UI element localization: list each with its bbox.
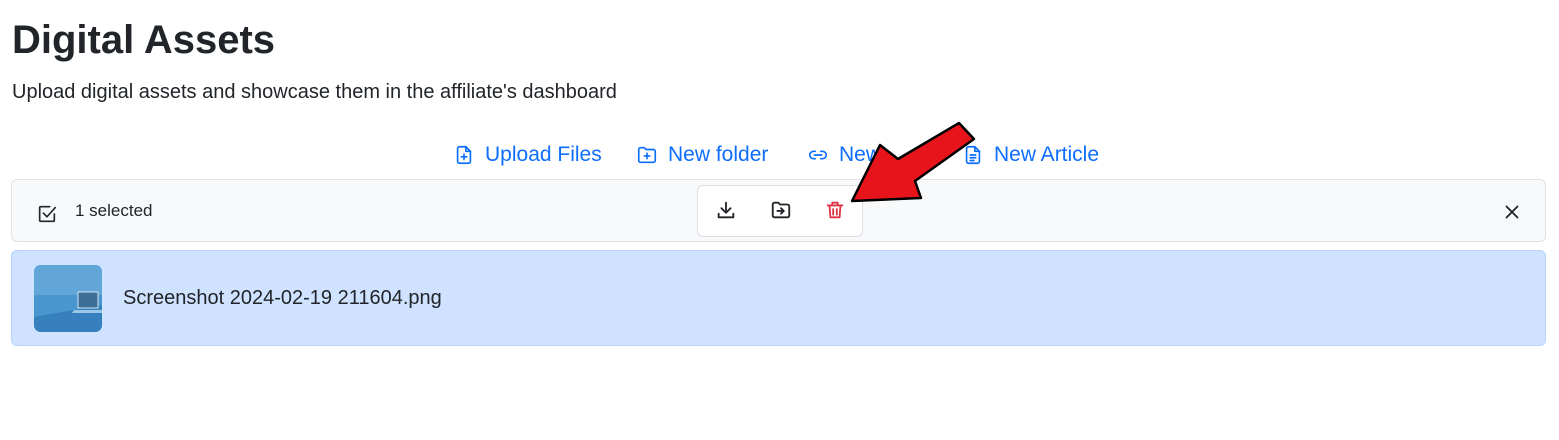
- asset-actions-bar: Upload Files New folder New New Article: [0, 138, 1559, 172]
- new-link-label: New: [839, 143, 882, 166]
- download-icon: [715, 199, 737, 226]
- upload-files-button[interactable]: Upload Files: [453, 138, 602, 172]
- move-to-folder-button[interactable]: [768, 199, 794, 225]
- new-link-button[interactable]: New: [807, 138, 881, 172]
- digital-assets-page: Digital Assets Upload digital assets and…: [0, 0, 1559, 440]
- selected-count: 1 selected: [75, 201, 153, 220]
- close-icon: [1501, 205, 1523, 227]
- move-to-folder-icon: [770, 199, 792, 226]
- new-folder-label: New folder: [668, 143, 769, 166]
- upload-files-label: Upload Files: [485, 143, 602, 166]
- clear-selection-button[interactable]: [1501, 201, 1523, 223]
- new-article-label: New Article: [994, 143, 1100, 166]
- folder-plus-icon: [636, 144, 658, 166]
- page-title: Digital Assets: [12, 18, 276, 62]
- bulk-actions-toolbar: [697, 185, 863, 237]
- file-list-item[interactable]: Screenshot 2024-02-19 211604.png: [11, 250, 1546, 346]
- delete-button[interactable]: [822, 199, 848, 225]
- file-thumbnail: [34, 265, 102, 332]
- link-icon: [807, 144, 829, 166]
- trash-icon: [824, 199, 846, 226]
- checkbox-icon[interactable]: [36, 203, 58, 225]
- file-text-icon: [962, 144, 984, 166]
- download-button[interactable]: [713, 199, 739, 225]
- image-thumbnail-icon: [34, 265, 102, 332]
- file-plus-icon: [453, 144, 475, 166]
- selection-bar: 1 selected: [11, 179, 1546, 242]
- file-name: Screenshot 2024-02-19 211604.png: [123, 287, 442, 309]
- new-folder-button[interactable]: New folder: [636, 138, 768, 172]
- page-subtitle: Upload digital assets and showcase them …: [12, 81, 617, 103]
- new-article-button[interactable]: New Article: [962, 138, 1099, 172]
